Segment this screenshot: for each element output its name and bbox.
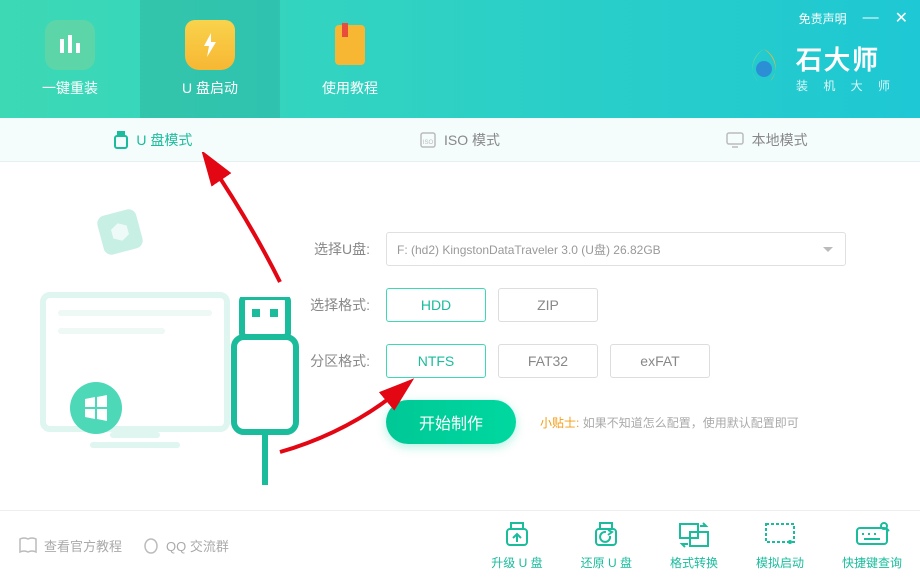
action-label: 升级 U 盘 bbox=[491, 554, 542, 571]
nav-label: 使用教程 bbox=[322, 78, 378, 98]
disk-select-value: F: (hd2) KingstonDataTraveler 3.0 (U盘) 2… bbox=[397, 241, 661, 258]
illustration bbox=[30, 202, 300, 510]
disk-select[interactable]: F: (hd2) KingstonDataTraveler 3.0 (U盘) 2… bbox=[386, 232, 846, 266]
svg-text:ISO: ISO bbox=[423, 140, 434, 146]
tip-body: 如果不知道怎么配置，使用默认配置即可 bbox=[583, 416, 799, 430]
partition-option-fat32[interactable]: FAT32 bbox=[498, 344, 598, 378]
decor-monitor bbox=[40, 292, 230, 432]
tip-label: 小贴士: bbox=[540, 416, 579, 430]
nav-usb-boot[interactable]: U 盘启动 bbox=[140, 0, 280, 118]
tab-label: U 盘模式 bbox=[136, 130, 192, 150]
close-button[interactable]: ✕ bbox=[895, 8, 908, 28]
decor-base bbox=[90, 442, 180, 448]
keyboard-icon bbox=[854, 520, 890, 550]
action-restore-usb[interactable]: 还原 U 盘 bbox=[581, 520, 632, 571]
mode-tabs: U 盘模式 ISO ISO 模式 本地模式 bbox=[0, 118, 920, 162]
usb-large-icon bbox=[230, 297, 300, 487]
partition-option-exfat[interactable]: exFAT bbox=[610, 344, 710, 378]
tab-iso-mode[interactable]: ISO ISO 模式 bbox=[307, 118, 614, 161]
partition-label: 分区格式: bbox=[300, 351, 370, 371]
decor-badge bbox=[96, 208, 145, 257]
nav-tutorial[interactable]: 使用教程 bbox=[280, 0, 420, 118]
action-format-convert[interactable]: 格式转换 bbox=[670, 520, 718, 571]
decor-stand bbox=[110, 432, 160, 438]
iso-icon: ISO bbox=[420, 132, 436, 148]
action-label: 格式转换 bbox=[670, 554, 718, 571]
format-label: 选择格式: bbox=[300, 295, 370, 315]
app-header: 一键重装 U 盘启动 使用教程 免责声明 — ✕ 石大师 装 机 大 师 bbox=[0, 0, 920, 118]
qq-icon bbox=[142, 537, 160, 555]
bars-icon bbox=[58, 35, 82, 55]
start-button[interactable]: 开始制作 bbox=[386, 400, 516, 444]
form-area: 选择U盘: F: (hd2) KingstonDataTraveler 3.0 … bbox=[300, 202, 890, 510]
link-label: 查看官方教程 bbox=[44, 536, 122, 555]
minimize-button[interactable]: — bbox=[863, 9, 879, 27]
disclaimer-link[interactable]: 免责声明 bbox=[799, 10, 847, 27]
simulate-icon bbox=[762, 520, 798, 550]
tab-usb-mode[interactable]: U 盘模式 bbox=[0, 118, 307, 161]
action-label: 快捷键查询 bbox=[842, 554, 902, 571]
logo-subtitle: 装 机 大 师 bbox=[796, 77, 896, 94]
convert-icon bbox=[676, 520, 712, 550]
logo-title: 石大师 bbox=[796, 40, 896, 77]
nav-label: 一键重装 bbox=[42, 78, 98, 98]
main-content: 选择U盘: F: (hd2) KingstonDataTraveler 3.0 … bbox=[0, 162, 920, 510]
windows-badge-icon bbox=[70, 382, 122, 434]
footer: 查看官方教程 QQ 交流群 升级 U 盘 还原 U 盘 格式转换 模拟启动 快捷… bbox=[0, 510, 920, 580]
official-tutorial-link[interactable]: 查看官方教程 bbox=[18, 536, 122, 555]
nav-reinstall[interactable]: 一键重装 bbox=[0, 0, 140, 118]
partition-option-ntfs[interactable]: NTFS bbox=[386, 344, 486, 378]
action-upgrade-usb[interactable]: 升级 U 盘 bbox=[491, 520, 542, 571]
usb-restore-icon bbox=[588, 520, 624, 550]
nav-label: U 盘启动 bbox=[182, 78, 238, 98]
app-logo: 石大师 装 机 大 师 bbox=[742, 40, 896, 94]
action-shortcut-query[interactable]: 快捷键查询 bbox=[842, 520, 902, 571]
logo-icon bbox=[742, 45, 786, 89]
format-option-zip[interactable]: ZIP bbox=[498, 288, 598, 322]
usb-small-icon bbox=[114, 131, 128, 149]
book-icon bbox=[331, 23, 369, 67]
format-option-hdd[interactable]: HDD bbox=[386, 288, 486, 322]
action-label: 还原 U 盘 bbox=[581, 554, 632, 571]
window-controls: 免责声明 — ✕ bbox=[799, 8, 908, 28]
link-label: QQ 交流群 bbox=[166, 536, 229, 555]
monitor-icon bbox=[726, 132, 744, 148]
book-open-icon bbox=[18, 537, 38, 555]
qq-group-link[interactable]: QQ 交流群 bbox=[142, 536, 229, 555]
lightning-icon bbox=[202, 33, 218, 57]
tip-text: 小贴士: 如果不知道怎么配置，使用默认配置即可 bbox=[540, 414, 799, 431]
tab-label: 本地模式 bbox=[752, 130, 808, 150]
disk-label: 选择U盘: bbox=[300, 239, 370, 259]
usb-up-icon bbox=[499, 520, 535, 550]
tab-local-mode[interactable]: 本地模式 bbox=[613, 118, 920, 161]
tab-label: ISO 模式 bbox=[444, 130, 500, 150]
action-label: 模拟启动 bbox=[756, 554, 804, 571]
action-simulate-boot[interactable]: 模拟启动 bbox=[756, 520, 804, 571]
